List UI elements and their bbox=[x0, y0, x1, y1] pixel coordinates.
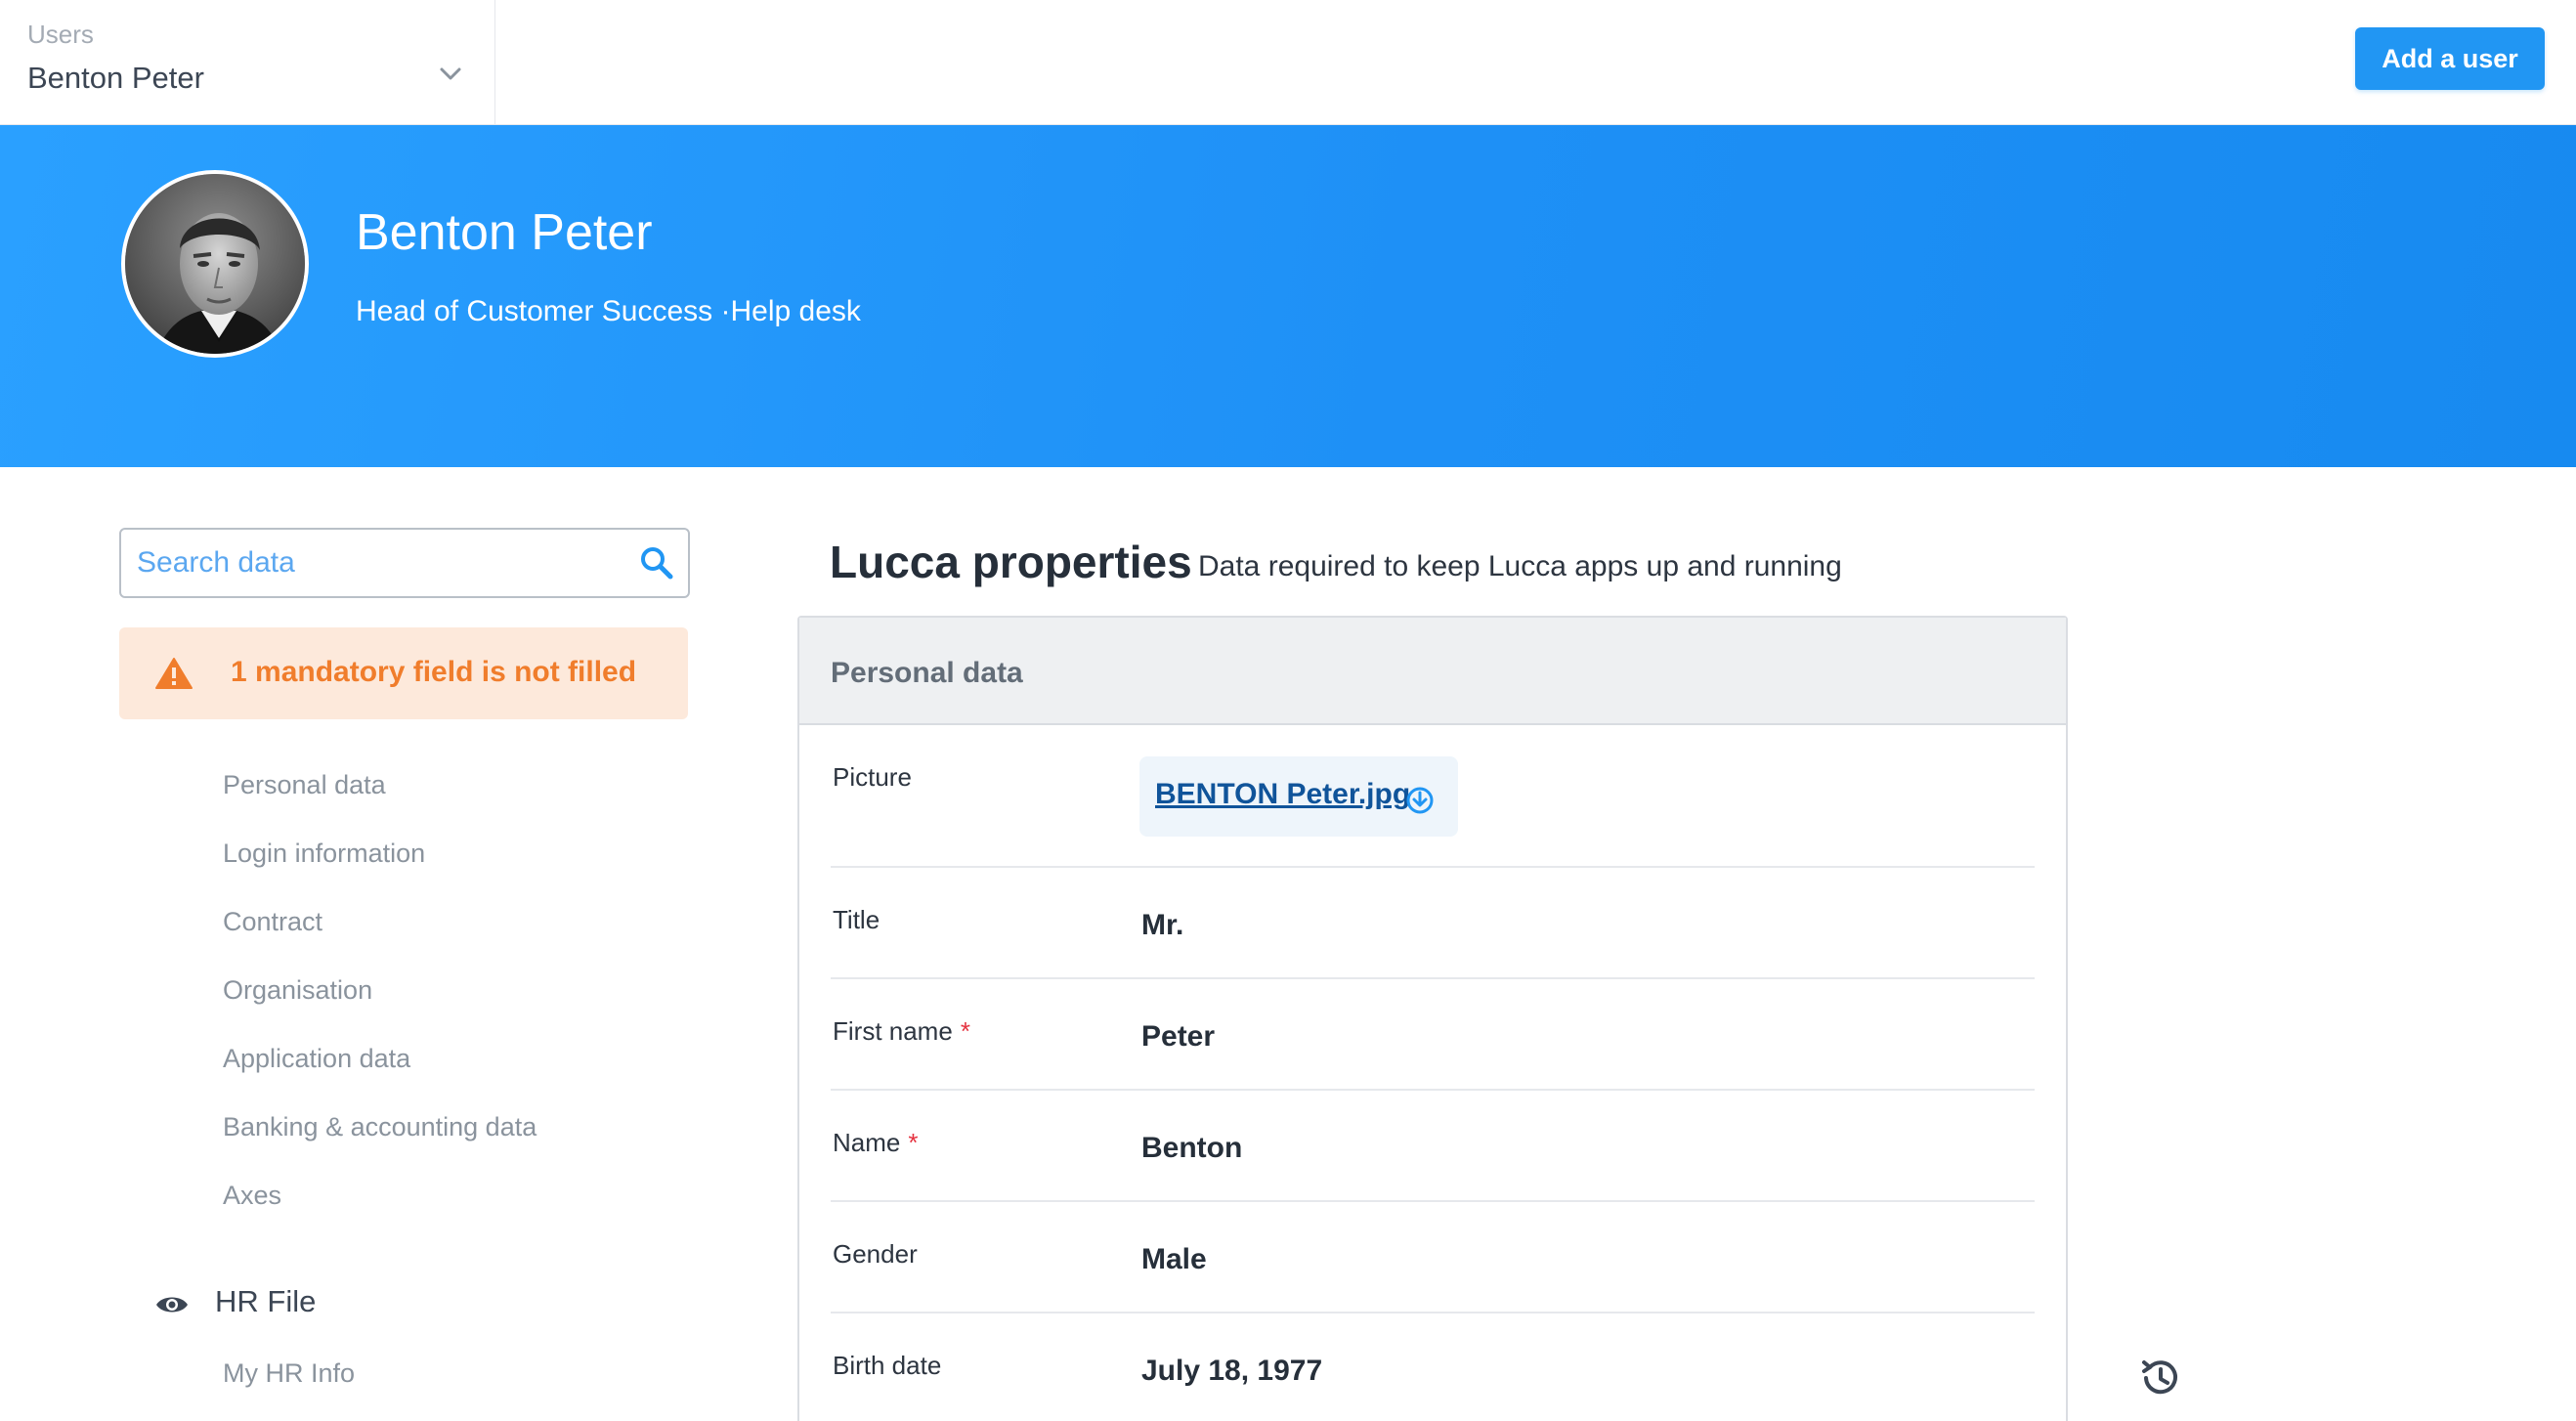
avatar-portrait bbox=[125, 174, 305, 354]
sidebar-item-contract[interactable]: Contract bbox=[223, 907, 322, 937]
card-title: Personal data bbox=[831, 657, 1023, 689]
field-label-birth-date: Birth date bbox=[833, 1351, 942, 1380]
sidebar-item-banking-accounting[interactable]: Banking & accounting data bbox=[223, 1112, 537, 1142]
picture-file-chip[interactable]: BENTON Peter.jpg bbox=[1139, 756, 1458, 837]
first-name-label-text: First name bbox=[833, 1016, 953, 1046]
section-title: Lucca properties bbox=[830, 537, 1192, 587]
sidebar-item-application-data[interactable]: Application data bbox=[223, 1044, 410, 1074]
field-value-first-name: Peter bbox=[1141, 1020, 1216, 1053]
mandatory-field-alert[interactable]: 1 mandatory field is not filled bbox=[119, 627, 688, 719]
history-icon[interactable] bbox=[2136, 1355, 2183, 1401]
top-bar: Users Benton Peter Add a user bbox=[0, 0, 2576, 125]
name-label-text: Name bbox=[833, 1128, 901, 1157]
required-mark: * bbox=[908, 1128, 919, 1157]
sidebar-item-personal-data[interactable]: Personal data bbox=[223, 770, 386, 800]
field-label-first-name: First name * bbox=[833, 1016, 970, 1047]
row-divider bbox=[831, 866, 2035, 868]
profile-name: Benton Peter bbox=[356, 204, 653, 261]
field-label-picture: Picture bbox=[833, 762, 912, 792]
search-input[interactable] bbox=[137, 541, 606, 584]
row-divider bbox=[831, 1312, 2035, 1313]
sidebar-section-hr-file[interactable]: HR File bbox=[215, 1284, 316, 1319]
user-select[interactable]: Users Benton Peter bbox=[0, 0, 495, 125]
row-divider bbox=[831, 977, 2035, 979]
eye-icon bbox=[156, 1297, 188, 1313]
add-user-button[interactable]: Add a user bbox=[2355, 27, 2545, 90]
download-icon[interactable] bbox=[1405, 786, 1435, 815]
search-field bbox=[119, 528, 690, 598]
profile-subtitle: Head of Customer Success ·Help desk bbox=[356, 295, 861, 327]
section-description: Data required to keep Lucca apps up and … bbox=[1198, 550, 1842, 582]
alert-text: 1 mandatory field is not filled bbox=[231, 656, 637, 688]
field-value-gender: Male bbox=[1141, 1243, 1207, 1275]
sidebar-item-login-information[interactable]: Login information bbox=[223, 839, 425, 869]
sidebar-item-my-hr-info[interactable]: My HR Info bbox=[223, 1358, 355, 1389]
sidebar-item-axes[interactable]: Axes bbox=[223, 1181, 281, 1211]
avatar bbox=[121, 170, 309, 358]
field-label-gender: Gender bbox=[833, 1239, 918, 1269]
required-mark: * bbox=[960, 1016, 970, 1046]
field-value-name: Benton bbox=[1141, 1132, 1243, 1164]
field-label-title: Title bbox=[833, 905, 880, 934]
warning-icon bbox=[155, 658, 193, 689]
row-divider bbox=[831, 1089, 2035, 1091]
field-label-name: Name * bbox=[833, 1128, 918, 1158]
user-select-label: Users bbox=[27, 20, 94, 49]
picture-file-link[interactable]: BENTON Peter.jpg bbox=[1155, 778, 1410, 811]
field-value-birth-date: July 18, 1977 bbox=[1141, 1355, 1323, 1387]
user-select-value: Benton Peter bbox=[27, 61, 204, 95]
search-icon[interactable] bbox=[639, 545, 674, 581]
row-divider bbox=[831, 1200, 2035, 1202]
sidebar-item-organisation[interactable]: Organisation bbox=[223, 975, 372, 1006]
card-header: Personal data bbox=[799, 618, 2066, 725]
personal-data-card: Personal data Picture BENTON Peter.jpg T… bbox=[797, 616, 2068, 1421]
chevron-down-icon bbox=[440, 67, 461, 80]
field-value-title: Mr. bbox=[1141, 909, 1184, 941]
